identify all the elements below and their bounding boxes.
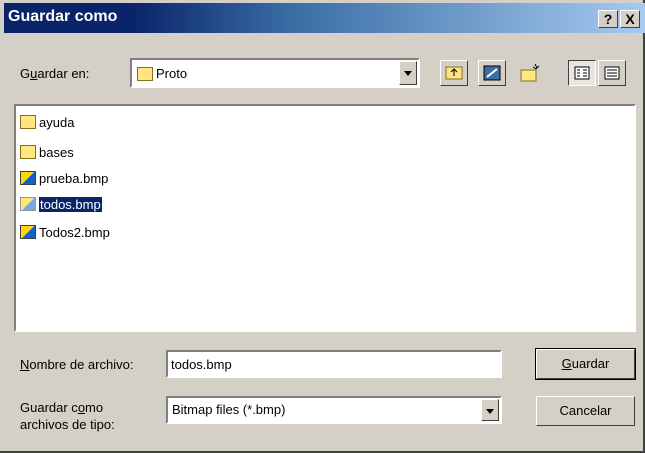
details-view-icon (604, 66, 620, 80)
new-folder-icon (520, 63, 540, 82)
bitmap-file-icon (20, 225, 36, 239)
title-bar[interactable]: Guardar como ? X (4, 3, 645, 33)
list-item[interactable]: prueba.bmp (20, 168, 108, 188)
list-view-button[interactable] (568, 60, 596, 86)
list-item[interactable]: Todos2.bmp (20, 222, 110, 242)
up-one-level-button[interactable] (440, 60, 468, 86)
desktop-button[interactable] (478, 60, 506, 86)
filename-label: Nombre de archivo: (20, 357, 134, 372)
save-in-combo[interactable]: Proto (130, 58, 420, 88)
filetype-label: Guardar como archivos de tipo: (20, 400, 115, 432)
new-folder-button[interactable] (516, 60, 544, 86)
file-list[interactable]: ayuda bases prueba.bmp todos.bmp Todos2.… (14, 104, 636, 332)
list-view-icon (574, 66, 590, 80)
list-item[interactable]: bases (20, 142, 74, 162)
bitmap-file-icon (20, 171, 36, 185)
help-button[interactable]: ? (598, 10, 618, 28)
save-button[interactable]: Guardar (535, 348, 636, 380)
filetype-value: Bitmap files (*.bmp) (172, 402, 286, 417)
filetype-combo[interactable]: Bitmap files (*.bmp) (166, 396, 502, 424)
dialog-title: Guardar como (8, 8, 118, 25)
up-folder-icon (445, 66, 463, 80)
bitmap-file-icon (20, 197, 36, 211)
save-in-label: Guardar en: (20, 66, 90, 81)
folder-icon (137, 67, 153, 81)
folder-icon (20, 145, 36, 159)
save-in-dropdown-button[interactable] (399, 61, 417, 85)
details-view-button[interactable] (598, 60, 626, 86)
folder-icon (20, 115, 36, 129)
filetype-dropdown-button[interactable] (481, 399, 499, 421)
desktop-icon (483, 65, 501, 81)
save-as-dialog: Guardar como ? X Guardar en: Proto ayuda… (0, 0, 645, 453)
cancel-button[interactable]: Cancelar (536, 396, 635, 426)
list-item[interactable]: ayuda (20, 112, 74, 132)
filename-input[interactable]: todos.bmp (166, 350, 502, 378)
list-item-selected[interactable]: todos.bmp (20, 194, 102, 214)
save-in-value: Proto (156, 66, 188, 81)
close-button[interactable]: X (620, 10, 640, 28)
